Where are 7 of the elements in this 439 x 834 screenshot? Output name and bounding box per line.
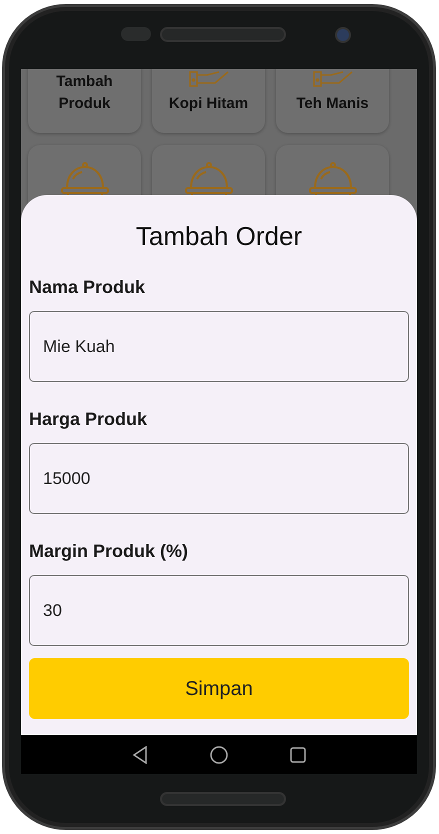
field-label: Nama Produk — [29, 276, 146, 299]
tile-label: Teh Manis — [296, 94, 369, 114]
field-label: Harga Produk — [29, 408, 148, 431]
field-label: Margin Produk (%) — [29, 540, 190, 563]
tile-label: Kopi Hitam — [168, 94, 248, 114]
tile-label: Tambah Produk — [55, 72, 114, 114]
sheet-title: Tambah Order — [134, 220, 304, 253]
